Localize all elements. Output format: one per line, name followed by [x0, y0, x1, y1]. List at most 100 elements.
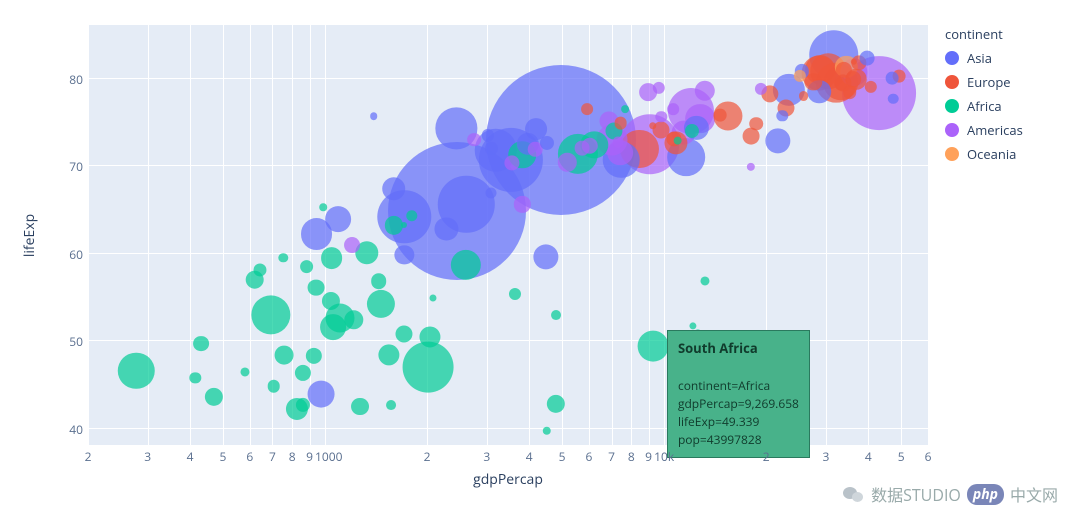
data-point[interactable] — [371, 274, 387, 290]
data-point[interactable] — [649, 122, 657, 130]
data-point[interactable] — [401, 222, 407, 228]
data-point[interactable] — [344, 310, 363, 329]
data-point[interactable] — [367, 290, 395, 318]
legend-swatch-icon — [945, 123, 959, 137]
data-point[interactable] — [799, 91, 809, 101]
data-point[interactable] — [325, 206, 351, 232]
y-tick: 40 — [65, 421, 83, 438]
y-tick: 60 — [65, 246, 83, 263]
data-point[interactable] — [614, 117, 627, 130]
data-point[interactable] — [306, 348, 322, 364]
data-point[interactable] — [319, 203, 327, 211]
legend-title: continent — [945, 25, 1023, 43]
legend[interactable]: continent Asia Europe Africa Americas Oceani… — [945, 25, 1023, 169]
legend-swatch-icon — [945, 75, 959, 89]
grid-line — [88, 428, 928, 429]
data-point[interactable] — [321, 247, 343, 269]
data-point[interactable] — [747, 163, 755, 171]
plot-area[interactable] — [88, 25, 928, 445]
data-point[interactable] — [193, 336, 209, 352]
legend-swatch-icon — [945, 147, 959, 161]
data-point[interactable] — [653, 82, 665, 94]
data-point[interactable] — [275, 345, 294, 364]
data-point[interactable] — [386, 400, 396, 410]
grid-line — [631, 25, 632, 445]
x-tick: 3 — [477, 448, 497, 465]
data-point[interactable] — [308, 381, 335, 408]
data-point[interactable] — [509, 288, 521, 300]
data-point[interactable] — [308, 279, 325, 296]
data-point[interactable] — [673, 136, 682, 145]
data-point[interactable] — [189, 372, 200, 383]
x-tick: 4 — [180, 448, 200, 465]
x-tick: 2 — [78, 448, 98, 465]
y-tick: 70 — [65, 158, 83, 175]
data-point[interactable] — [351, 398, 369, 416]
data-point[interactable] — [638, 331, 669, 362]
x-tick: 6 — [240, 448, 260, 465]
grid-line — [88, 340, 928, 341]
data-point[interactable] — [543, 427, 551, 435]
data-point[interactable] — [370, 112, 378, 120]
y-tick: 80 — [65, 71, 83, 88]
data-point[interactable] — [296, 398, 310, 412]
legend-label: Oceania — [967, 145, 1016, 163]
legend-item[interactable]: Americas — [945, 121, 1023, 139]
data-point[interactable] — [886, 72, 899, 85]
data-point[interactable] — [344, 237, 360, 253]
data-point[interactable] — [860, 51, 875, 66]
data-point[interactable] — [279, 253, 288, 262]
data-point[interactable] — [621, 105, 629, 113]
data-point[interactable] — [240, 367, 249, 376]
data-point[interactable] — [533, 244, 558, 269]
x-tick: 6 — [579, 448, 599, 465]
grid-line — [928, 25, 929, 445]
data-point[interactable] — [581, 103, 593, 115]
data-point[interactable] — [205, 388, 223, 406]
data-point[interactable] — [430, 294, 437, 301]
legend-label: Americas — [967, 121, 1023, 139]
legend-label: Africa — [967, 97, 1002, 115]
data-point[interactable] — [300, 260, 314, 274]
legend-swatch-icon — [945, 51, 959, 65]
data-point[interactable] — [714, 109, 727, 122]
data-point[interactable] — [382, 177, 406, 201]
chart-container: lifeExp gdpPercap continent Asia Europe Af… — [10, 10, 1070, 510]
data-point[interactable] — [888, 93, 899, 104]
data-point[interactable] — [378, 344, 399, 365]
data-point[interactable] — [667, 103, 679, 115]
y-axis-label: lifeExp — [20, 25, 40, 445]
legend-item[interactable]: Asia — [945, 49, 1023, 67]
data-point[interactable] — [420, 326, 441, 347]
x-tick: 3 — [138, 448, 158, 465]
x-tick: 7 — [262, 448, 282, 465]
x-tick: 3 — [816, 448, 836, 465]
data-point[interactable] — [320, 314, 346, 340]
data-point[interactable] — [251, 295, 290, 334]
data-point[interactable] — [267, 380, 280, 393]
legend-item[interactable]: Africa — [945, 97, 1023, 115]
data-point[interactable] — [701, 277, 710, 286]
grid-line — [88, 25, 89, 445]
data-point[interactable] — [613, 137, 624, 148]
data-point[interactable] — [694, 80, 714, 100]
data-point[interactable] — [693, 329, 702, 338]
data-point[interactable] — [486, 188, 497, 199]
x-tick: 2 — [756, 448, 776, 465]
x-tick: 5 — [891, 448, 911, 465]
data-point[interactable] — [765, 128, 790, 153]
data-point[interactable] — [253, 263, 266, 276]
data-point[interactable] — [749, 117, 763, 131]
data-point[interactable] — [467, 133, 481, 147]
x-axis-label: gdpPercap — [88, 470, 928, 489]
legend-item[interactable]: Europe — [945, 73, 1023, 91]
data-point[interactable] — [575, 141, 590, 156]
legend-item[interactable]: Oceania — [945, 145, 1023, 163]
data-point[interactable] — [514, 196, 530, 212]
data-point[interactable] — [403, 342, 454, 393]
data-point[interactable] — [395, 325, 412, 342]
data-point[interactable] — [777, 110, 788, 121]
data-point[interactable] — [118, 352, 154, 388]
data-point[interactable] — [551, 310, 561, 320]
grid-line — [250, 25, 251, 445]
